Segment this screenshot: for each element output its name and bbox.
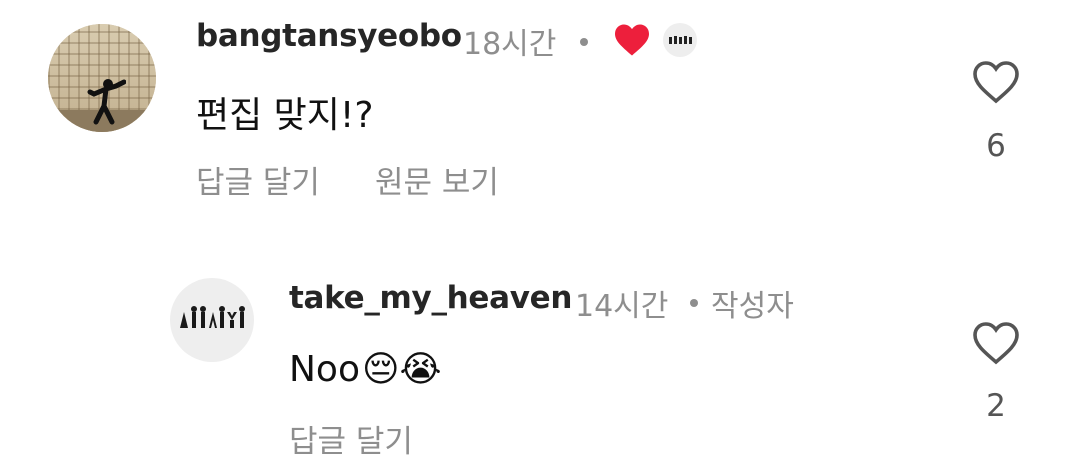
comment-body: Noo 😔 😭 <box>289 349 442 390</box>
comment-username[interactable]: take_my_heaven <box>289 280 572 316</box>
like-heart-icon[interactable] <box>972 321 1020 365</box>
comment-text: 편집 맞지!? <box>196 95 374 136</box>
author-label: 작성자 <box>711 289 794 324</box>
commenter-avatar[interactable] <box>170 278 254 362</box>
separator-dot <box>580 38 588 46</box>
pensive-face-emoji-icon: 😔 <box>361 349 400 390</box>
separator-dot <box>690 299 698 307</box>
silhouette-group-logo-icon <box>180 306 245 328</box>
reply-button[interactable]: 답글 달기 <box>289 416 413 461</box>
comment-username[interactable]: bangtansyeobo <box>196 18 462 54</box>
person-silhouette-icon <box>87 79 126 125</box>
comment-timestamp: 18시간 <box>463 27 557 62</box>
like-count: 2 <box>986 388 1006 424</box>
like-count: 6 <box>986 128 1006 164</box>
author-avatar-mini-icon <box>663 23 697 57</box>
reply-button[interactable]: 답글 달기 <box>196 157 320 202</box>
like-heart-icon[interactable] <box>972 60 1020 104</box>
comment-timestamp: 14시간 <box>575 289 669 324</box>
crying-face-emoji-icon: 😭 <box>399 349 442 390</box>
commenter-avatar[interactable] <box>48 24 156 132</box>
comment-text: Noo <box>289 349 360 390</box>
see-translation-button[interactable]: 원문 보기 <box>375 157 499 202</box>
author-liked-heart-icon <box>615 24 649 56</box>
